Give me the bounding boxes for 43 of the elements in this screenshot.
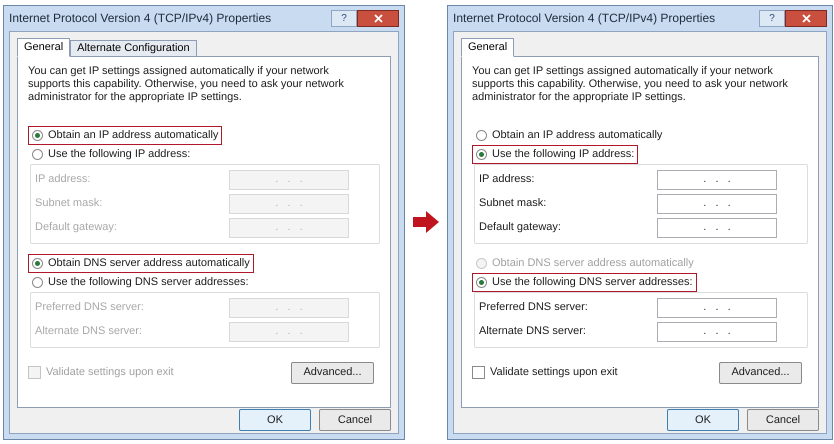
tab[interactable]: General [461,38,514,56]
field-label: Preferred DNS server: [35,300,144,316]
ip-input-field[interactable]: . . . [657,298,777,318]
radio-option[interactable]: Use the following DNS server addresses: [472,272,697,292]
close-icon [374,14,382,22]
tab[interactable]: Alternate Configuration [70,40,197,56]
validate-checkbox[interactable]: Validate settings upon exit [472,364,618,381]
radio-option[interactable]: Obtain an IP address automatically [472,126,666,144]
description-text: You can get IP settings assigned automatically if your network supports this capability. Otherwise, you need to ask your network administrator for the appropriate IP settings. [472,64,789,104]
close-icon [802,14,810,22]
ok-button[interactable]: OK [667,409,739,431]
field-label: Default gateway: [479,220,561,236]
radio-option[interactable]: Use the following IP address: [472,144,638,164]
radio-option[interactable]: Use the following DNS server addresses: [28,272,253,292]
ip-input-field[interactable]: . . . [657,170,777,190]
advanced-button[interactable]: Advanced... [291,362,374,384]
field-label: Default gateway: [35,220,117,236]
cancel-button[interactable]: Cancel [747,409,819,431]
field-label: Subnet mask: [35,196,102,212]
ip-input-field[interactable]: . . . [657,218,777,238]
ip-input-field[interactable]: . . . [657,322,777,342]
field-label: IP address: [35,172,90,188]
field-label: Alternate DNS server: [35,324,142,340]
help-button[interactable]: ? [759,10,785,26]
help-button[interactable]: ? [331,10,357,26]
radio-option[interactable]: Use the following IP address: [28,144,194,164]
advanced-button[interactable]: Advanced... [719,362,802,384]
window-title: Internet Protocol Version 4 (TCP/IPv4) Properties [9,10,272,27]
cancel-button[interactable]: Cancel [319,409,391,431]
field-label: Alternate DNS server: [479,324,586,340]
arrow-icon [413,211,439,233]
field-label: IP address: [479,172,534,188]
window-title: Internet Protocol Version 4 (TCP/IPv4) Properties [453,10,716,27]
close-button[interactable] [357,10,399,26]
field-label: Subnet mask: [479,196,546,212]
radio-option[interactable]: Obtain an IP address automatically [28,126,222,144]
radio-option[interactable]: Obtain DNS server address automatically [28,254,254,272]
tab[interactable]: General [17,38,70,56]
ok-button[interactable]: OK [239,409,311,431]
close-button[interactable] [785,10,827,26]
ip-input-field[interactable]: . . . [657,194,777,214]
field-label: Preferred DNS server: [479,300,588,316]
description-text: You can get IP settings assigned automatically if your network supports this capability. Otherwise, you need to ask your network administrator for the appropriate IP settings. [28,64,345,104]
